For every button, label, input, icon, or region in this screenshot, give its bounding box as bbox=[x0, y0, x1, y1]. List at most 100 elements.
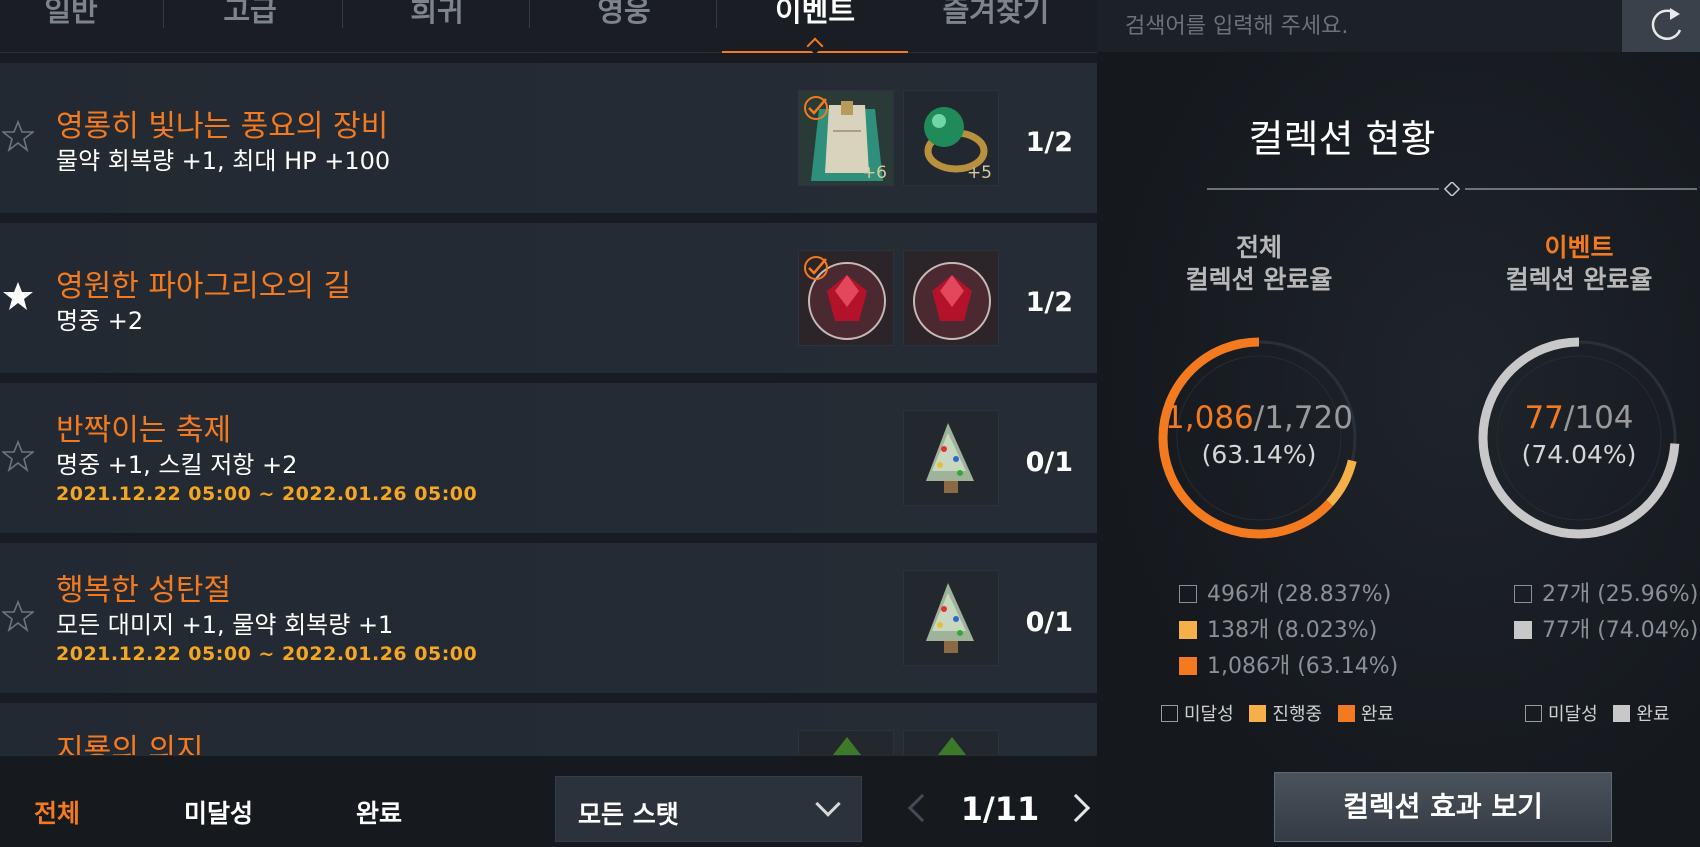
item-slot[interactable] bbox=[903, 410, 999, 506]
collection-effect: 모든 대미지 +1, 물약 회복량 +1 bbox=[56, 611, 394, 639]
collection-title: 영롱히 빛나는 풍요의 장비 bbox=[56, 109, 389, 144]
tab-label: 고급 bbox=[223, 0, 277, 28]
event-done-count: 77 bbox=[1524, 400, 1564, 436]
stat-filter-dropdown[interactable]: 모든 스탯 bbox=[555, 776, 862, 842]
favorite-star-outline-icon[interactable] bbox=[2, 440, 34, 472]
prev-page-button[interactable] bbox=[907, 793, 937, 823]
item-slot[interactable] bbox=[903, 730, 999, 755]
item-slot[interactable] bbox=[798, 730, 894, 755]
event-total-count: /104 bbox=[1563, 400, 1634, 436]
item-slot[interactable]: +5 bbox=[903, 90, 999, 186]
filter-incomplete-button[interactable]: 미달성 bbox=[184, 794, 253, 830]
christmas-tree-icon bbox=[904, 571, 998, 665]
view-collection-effects-button[interactable]: 컬렉션 효과 보기 bbox=[1274, 772, 1612, 842]
event-percent: (74.04%) bbox=[1521, 440, 1637, 469]
list-footer: 전체 미달성 완료 모든 스탯 1/11 bbox=[0, 755, 1097, 847]
overall-heading-bottom: 컬렉션 완료율 bbox=[1185, 265, 1333, 294]
collection-progress: 0/1 bbox=[1025, 447, 1073, 478]
tab-label: 영웅 bbox=[597, 0, 651, 28]
filter-all-button[interactable]: 전체 bbox=[34, 794, 80, 830]
overall-stat-complete: 1,086개 (63.14%) bbox=[1179, 648, 1398, 680]
collection-list[interactable]: 영롱히 빛나는 풍요의 장비 물약 회복량 +1, 최대 HP +100 +6 bbox=[0, 63, 1097, 755]
incomplete-swatch bbox=[1514, 585, 1532, 603]
event-heading-bottom: 컬렉션 완료율 bbox=[1505, 265, 1653, 294]
collection-progress: 1/2 bbox=[1025, 287, 1073, 318]
favorite-star-outline-icon[interactable] bbox=[2, 600, 34, 632]
search-input[interactable] bbox=[1097, 0, 1622, 52]
overall-legend: 미달성 진행중 완료 bbox=[1161, 700, 1394, 726]
enhance-level: +5 bbox=[966, 163, 992, 183]
event-heading-top: 이벤트 bbox=[1544, 233, 1614, 262]
item-slot[interactable] bbox=[903, 570, 999, 666]
collection-row[interactable]: 반짝이는 축제 명중 +1, 스킬 저항 +2 2021.12.22 05:00… bbox=[0, 383, 1097, 533]
green-item-icon bbox=[904, 731, 998, 755]
stat-filter-value: 모든 스탯 bbox=[578, 800, 679, 829]
legend-incomplete: 미달성 bbox=[1184, 704, 1234, 725]
collection-row[interactable]: 영롱히 빛나는 풍요의 장비 물약 회복량 +1, 최대 HP +100 +6 bbox=[0, 63, 1097, 213]
in-progress-swatch bbox=[1179, 621, 1197, 639]
overall-total-count: /1,720 bbox=[1253, 400, 1353, 436]
registered-check-icon bbox=[804, 96, 828, 120]
overall-gauge-text: 1,086/1,720 (63.14%) bbox=[1139, 400, 1379, 469]
ruby-gem-icon bbox=[904, 251, 998, 345]
collection-row[interactable]: 지룡의 의지 bbox=[0, 703, 1097, 755]
event-period: 2021.12.22 05:00 ~ 2022.01.26 05:00 bbox=[56, 483, 478, 505]
tab-heroic[interactable]: 영웅 bbox=[531, 0, 717, 53]
filter-complete-button[interactable]: 완료 bbox=[356, 794, 402, 830]
overall-heading-top: 전체 bbox=[1235, 233, 1282, 262]
tab-rare[interactable]: 희귀 bbox=[344, 0, 530, 53]
stat-text: 77개 (74.04%) bbox=[1542, 618, 1699, 643]
collection-effect: 명중 +1, 스킬 저항 +2 bbox=[56, 451, 298, 479]
tab-event[interactable]: 이벤트 bbox=[722, 0, 908, 55]
legend-complete: 완료 bbox=[1360, 704, 1394, 725]
in-progress-swatch bbox=[1249, 705, 1267, 722]
overall-stat-incomplete: 496개 (28.837%) bbox=[1179, 576, 1391, 608]
legend-in-progress: 진행중 bbox=[1272, 704, 1323, 725]
complete-swatch bbox=[1337, 705, 1355, 722]
collection-list-panel: 일반 고급 희귀 영웅 이벤트 즐겨찾기 영롱히 빛나는 풍요의 장비 물약 회… bbox=[0, 0, 1097, 847]
overall-percent: (63.14%) bbox=[1201, 440, 1317, 469]
title-divider bbox=[1207, 182, 1697, 196]
collection-title: 행복한 성탄절 bbox=[56, 573, 232, 608]
panel-title: 컬렉션 현황 bbox=[1248, 117, 1436, 161]
incomplete-swatch bbox=[1179, 585, 1197, 603]
event-heading: 이벤트 컬렉션 완료율 bbox=[1479, 232, 1679, 296]
green-item-icon bbox=[799, 731, 893, 755]
favorite-star-outline-icon[interactable] bbox=[2, 120, 34, 152]
tab-common[interactable]: 일반 bbox=[0, 0, 164, 53]
chevron-down-icon bbox=[815, 791, 841, 817]
registered-check-icon bbox=[804, 256, 828, 280]
incomplete-swatch bbox=[1161, 705, 1178, 722]
overall-heading: 전체 컬렉션 완료율 bbox=[1159, 232, 1359, 296]
collection-status-panel: 컬렉션 현황 전체 컬렉션 완료율 1,086/1,720 (63.14%) 4… bbox=[1097, 0, 1700, 847]
next-page-button[interactable] bbox=[1061, 793, 1091, 823]
tab-advanced[interactable]: 고급 bbox=[157, 0, 343, 53]
overall-done-count: 1,086 bbox=[1165, 400, 1254, 436]
event-stat-incomplete: 27개 (25.96%) bbox=[1514, 576, 1698, 608]
tab-label: 즐겨찾기 bbox=[942, 0, 1050, 28]
event-legend: 미달성 완료 bbox=[1525, 700, 1670, 726]
stat-text: 138개 (8.023%) bbox=[1207, 618, 1378, 643]
item-slot[interactable]: +6 bbox=[798, 90, 894, 186]
collection-title: 영원한 파아그리오의 길 bbox=[56, 269, 352, 304]
page-indicator: 1/11 bbox=[960, 790, 1040, 828]
tab-label: 일반 bbox=[44, 0, 98, 28]
favorite-star-filled-icon[interactable] bbox=[2, 280, 34, 312]
enhance-level: +6 bbox=[861, 163, 887, 183]
collection-progress: 0/1 bbox=[1025, 607, 1073, 638]
collection-title: 반짝이는 축제 bbox=[56, 413, 232, 448]
event-period: 2021.12.22 05:00 ~ 2022.01.26 05:00 bbox=[56, 643, 478, 665]
refresh-button[interactable] bbox=[1622, 0, 1700, 52]
collection-row[interactable]: 행복한 성탄절 모든 대미지 +1, 물약 회복량 +1 2021.12.22 … bbox=[0, 543, 1097, 693]
stat-text: 1,086개 (63.14%) bbox=[1207, 654, 1399, 679]
item-slot[interactable] bbox=[798, 250, 894, 346]
tab-favorites[interactable]: 즐겨찾기 bbox=[903, 0, 1089, 53]
active-tab-indicator bbox=[806, 37, 824, 55]
item-slot[interactable] bbox=[903, 250, 999, 346]
collection-row[interactable]: 영원한 파아그리오의 길 명중 +2 1/2 bbox=[0, 223, 1097, 373]
collection-effect: 명중 +2 bbox=[56, 307, 144, 335]
collection-effect: 물약 회복량 +1, 최대 HP +100 bbox=[56, 147, 391, 175]
collection-progress: 1/2 bbox=[1025, 127, 1073, 158]
refresh-icon bbox=[1651, 8, 1682, 40]
category-tabs: 일반 고급 희귀 영웅 이벤트 즐겨찾기 bbox=[0, 0, 1097, 55]
